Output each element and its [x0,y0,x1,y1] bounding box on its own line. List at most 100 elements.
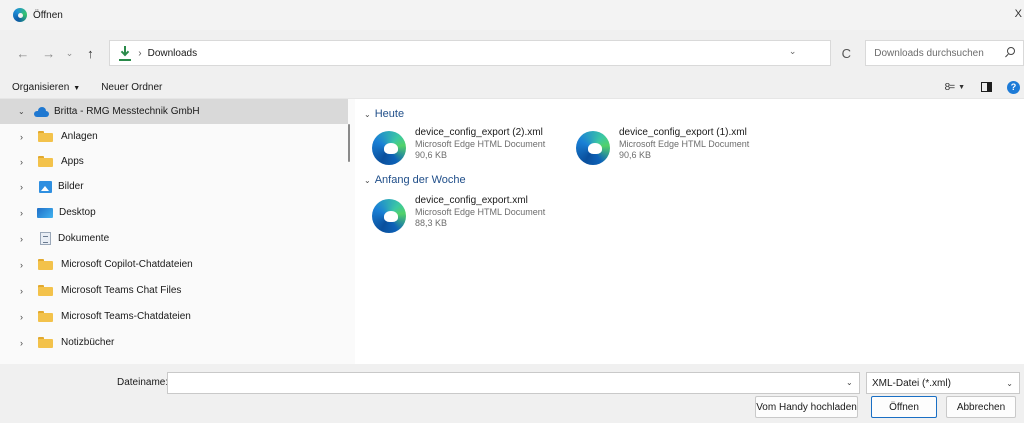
onedrive-cloud-icon [34,106,49,117]
open-button[interactable]: Öffnen [871,396,937,418]
forward-button[interactable]: → [36,40,62,66]
sidebar-item-label: Dokumente [58,233,110,244]
chevron-right-icon[interactable]: › [20,234,34,244]
sidebar-item-teams-chat-files[interactable]: › Microsoft Teams Chat Files [0,278,348,303]
file-type: Microsoft Edge HTML Document [415,139,546,149]
edge-icon [13,8,27,22]
title-bar: Öffnen X [0,0,1024,30]
search-placeholder: Downloads durchsuchen [874,47,984,59]
file-item[interactable]: device_config_export (1).xml Microsoft E… [576,125,776,171]
filename-label: Dateiname: [117,377,169,388]
search-input[interactable]: Downloads durchsuchen [865,40,1024,66]
address-row: ← → ⌄ ↑ › Downloads ⌄ C Downloads durchs… [0,36,1024,70]
edge-icon [372,131,406,165]
file-name: device_config_export (1).xml [619,127,747,138]
sidebar-item-anlagen[interactable]: › Anlagen [0,124,348,149]
main-content: ⌄ Britta - RMG Messtechnik GmbH › Anlage… [0,98,1024,365]
window-title: Öffnen [33,9,63,21]
caret-down-icon: ▼ [73,84,81,92]
chevron-down-icon[interactable]: ⌄ [18,107,32,116]
documents-icon [40,232,51,245]
view-options-icon[interactable]: 8= [945,82,955,93]
new-folder-button[interactable]: Neuer Ordner [101,82,162,93]
edge-icon [372,199,406,233]
up-button[interactable]: ↑ [77,40,103,66]
chevron-right-icon[interactable]: › [20,312,34,322]
folder-icon [38,285,53,296]
file-size: 90,6 KB [619,150,652,160]
folder-icon [38,337,53,348]
downloads-icon [118,45,132,61]
edge-icon [576,131,610,165]
sidebar-item-notizbuecher[interactable]: › Notizbücher [0,330,348,355]
breadcrumb-separator: › [138,47,142,59]
sidebar-item-teams-chatdateien[interactable]: › Microsoft Teams-Chatdateien [0,304,348,329]
filename-input[interactable] [167,372,860,394]
folder-icon [38,131,53,142]
address-dropdown-icon[interactable]: ⌄ [789,46,797,57]
group-header-label: Anfang der Woche [374,174,466,186]
chevron-down-icon[interactable]: ⌄ [364,110,371,119]
address-bar[interactable]: › Downloads ⌄ [109,40,832,66]
group-header-label: Heute [374,108,405,120]
breadcrumb-downloads[interactable]: Downloads [148,48,197,59]
cancel-button[interactable]: Abbrechen [946,396,1016,418]
chevron-right-icon[interactable]: › [20,260,34,270]
file-size: 88,3 KB [415,218,448,228]
chevron-down-icon[interactable]: ⌄ [364,176,371,185]
preview-pane-icon[interactable] [981,82,992,92]
chevron-right-icon[interactable]: › [20,132,34,142]
sidebar-item-label: Apps [61,156,84,167]
file-type: Microsoft Edge HTML Document [415,207,546,217]
sidebar-item-desktop[interactable]: › Desktop [0,200,348,225]
file-name: device_config_export (2).xml [415,127,543,138]
sidebar-scrollbar[interactable] [348,124,350,162]
sidebar-item-root[interactable]: ⌄ Britta - RMG Messtechnik GmbH [0,99,348,124]
sidebar-item-dokumente[interactable]: › Dokumente [0,226,348,251]
folder-icon [38,156,53,167]
view-caret-icon[interactable]: ▼ [958,84,965,91]
footer: Dateiname: ⌄ XML-Datei (*.xml) ⌄ Vom Han… [0,364,1024,423]
sidebar-item-label: Anlagen [61,131,98,142]
refresh-button[interactable]: C [833,40,859,66]
chevron-right-icon[interactable]: › [20,182,34,192]
sidebar-item-bilder[interactable]: › Bilder [0,174,348,199]
chevron-right-icon[interactable]: › [20,157,34,167]
sidebar-item-label: Notizbücher [61,337,115,348]
file-size: 90,6 KB [415,150,448,160]
chevron-down-icon: ⌄ [1006,379,1013,388]
chevron-right-icon[interactable]: › [20,208,34,218]
navigation-pane: ⌄ Britta - RMG Messtechnik GmbH › Anlage… [0,99,355,365]
organize-menu[interactable]: Organisieren ▼ [12,82,80,93]
file-type-select[interactable]: XML-Datei (*.xml) ⌄ [866,372,1020,394]
file-type-value: XML-Datei (*.xml) [872,377,951,389]
sidebar-item-copilot-chatdateien[interactable]: › Microsoft Copilot-Chatdateien [0,252,348,277]
group-header-start-of-week[interactable]: ⌄ Anfang der Woche [364,174,466,186]
desktop-icon [37,207,53,218]
sidebar-item-apps[interactable]: › Apps [0,149,348,174]
file-item[interactable]: device_config_export (2).xml Microsoft E… [372,125,572,171]
folder-icon [38,259,53,270]
organize-label: Organisieren [12,81,70,93]
search-icon [1005,47,1016,58]
file-item[interactable]: device_config_export.xml Microsoft Edge … [372,193,572,239]
chevron-right-icon[interactable]: › [20,338,34,348]
help-icon[interactable]: ? [1007,80,1020,94]
command-bar: Organisieren ▼ Neuer Ordner 8= ▼ ? [0,76,1024,98]
back-button[interactable]: ← [10,40,36,66]
sidebar-item-label: Britta - RMG Messtechnik GmbH [54,106,200,117]
group-header-today[interactable]: ⌄ Heute [364,108,404,120]
sidebar-item-label: Microsoft Copilot-Chatdateien [61,259,193,270]
folder-icon [38,311,53,322]
sidebar-item-label: Microsoft Teams Chat Files [61,285,182,296]
sidebar-item-label: Bilder [58,181,84,192]
close-button[interactable]: X [1015,8,1022,20]
upload-from-phone-button[interactable]: Vom Handy hochladen [755,396,858,418]
filename-dropdown-icon[interactable]: ⌄ [846,378,853,387]
sidebar-item-label: Microsoft Teams-Chatdateien [61,311,191,322]
sidebar-item-label: Desktop [59,207,96,218]
chevron-right-icon[interactable]: › [20,286,34,296]
recent-locations-button[interactable]: ⌄ [62,40,78,66]
pictures-icon [39,180,52,193]
file-name: device_config_export.xml [415,195,528,206]
